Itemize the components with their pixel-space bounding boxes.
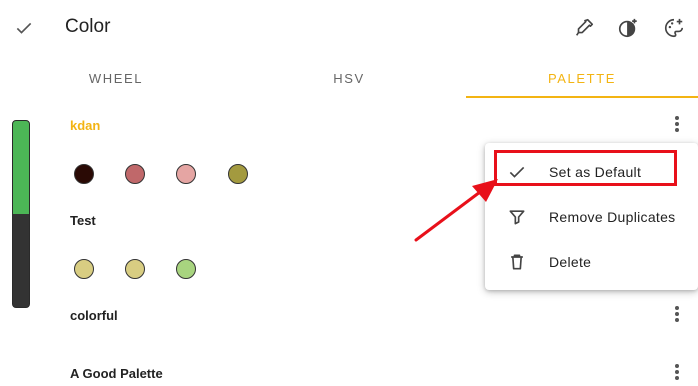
palette-add-icon[interactable]	[660, 14, 688, 42]
menu-item-remove-duplicates[interactable]: Remove Duplicates	[485, 194, 698, 239]
slider-fill	[13, 121, 29, 214]
menu-item-label: Delete	[549, 253, 592, 270]
palette-name-colorful[interactable]: colorful	[70, 308, 118, 323]
tab-hsv[interactable]: HSV	[232, 60, 466, 96]
palette-name-test[interactable]: Test	[70, 213, 96, 228]
color-swatch[interactable]	[125, 259, 145, 279]
color-swatch[interactable]	[176, 164, 196, 184]
page-title: Color	[65, 16, 111, 37]
menu-item-delete[interactable]: Delete	[485, 239, 698, 284]
tab-wheel[interactable]: WHEEL	[0, 60, 232, 96]
color-swatch[interactable]	[74, 259, 94, 279]
highlight-box	[494, 150, 677, 186]
color-swatch[interactable]	[125, 164, 145, 184]
palette-name-kdan[interactable]: kdan	[70, 118, 100, 133]
color-swatch[interactable]	[228, 164, 248, 184]
contrast-icon[interactable]	[614, 14, 642, 42]
tab-indicator	[466, 96, 698, 98]
top-bar: Color	[0, 0, 698, 56]
eyedropper-icon[interactable]	[570, 14, 598, 42]
palette-name-a-good-palette[interactable]: A Good Palette	[70, 366, 163, 381]
more-options-icon[interactable]	[669, 114, 685, 134]
value-slider[interactable]	[12, 120, 30, 308]
check-icon[interactable]	[10, 14, 38, 42]
more-options-icon[interactable]	[669, 362, 685, 382]
menu-item-label: Remove Duplicates	[549, 208, 676, 225]
more-options-icon[interactable]	[669, 304, 685, 324]
color-swatch[interactable]	[74, 164, 94, 184]
tab-palette[interactable]: PALETTE	[466, 60, 698, 96]
annotation-arrow	[414, 179, 498, 242]
color-swatch[interactable]	[176, 259, 196, 279]
trash-icon	[485, 252, 549, 272]
